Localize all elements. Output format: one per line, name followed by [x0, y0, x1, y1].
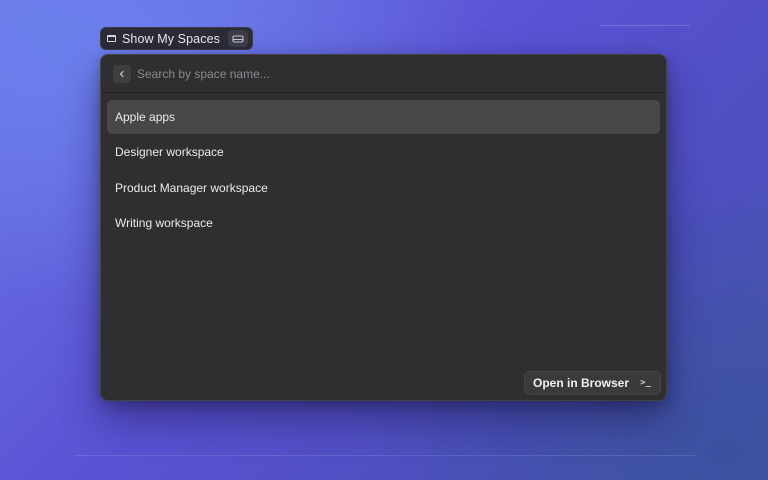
list-item-writing-workspace[interactable]: Writing workspace [107, 206, 660, 240]
list-item-label: Apple apps [115, 110, 176, 124]
hard-drive-icon[interactable] [227, 30, 248, 47]
breadcrumb[interactable]: Show My Spaces [100, 27, 253, 50]
spaces-window: Apple apps Designer workspace Product Ma… [100, 54, 667, 401]
list-item-label: Product Manager workspace [115, 180, 268, 195]
list-item-designer-workspace[interactable]: Designer workspace [107, 135, 660, 169]
spaces-list: Apple apps Designer workspace Product Ma… [107, 100, 660, 241]
folder-icon [107, 35, 116, 42]
breadcrumb-label: Show My Spaces [122, 31, 220, 46]
terminal-prompt-icon: >_ [640, 378, 651, 388]
list-item-label: Designer workspace [115, 145, 224, 160]
back-button[interactable] [113, 65, 131, 83]
chevron-left-icon [119, 70, 124, 78]
open-in-browser-label: Open in Browser [533, 376, 630, 390]
open-in-browser-button[interactable]: Open in Browser >_ [524, 371, 661, 395]
background-line-bottom [75, 455, 695, 456]
search-input[interactable] [137, 64, 637, 84]
list-item-label: Writing workspace [115, 215, 213, 230]
list-item-apple-apps[interactable]: Apple apps [107, 100, 660, 134]
list-item-product-manager-workspace[interactable]: Product Manager workspace [107, 171, 660, 205]
background-line-top [600, 25, 690, 26]
search-bar [101, 55, 666, 93]
